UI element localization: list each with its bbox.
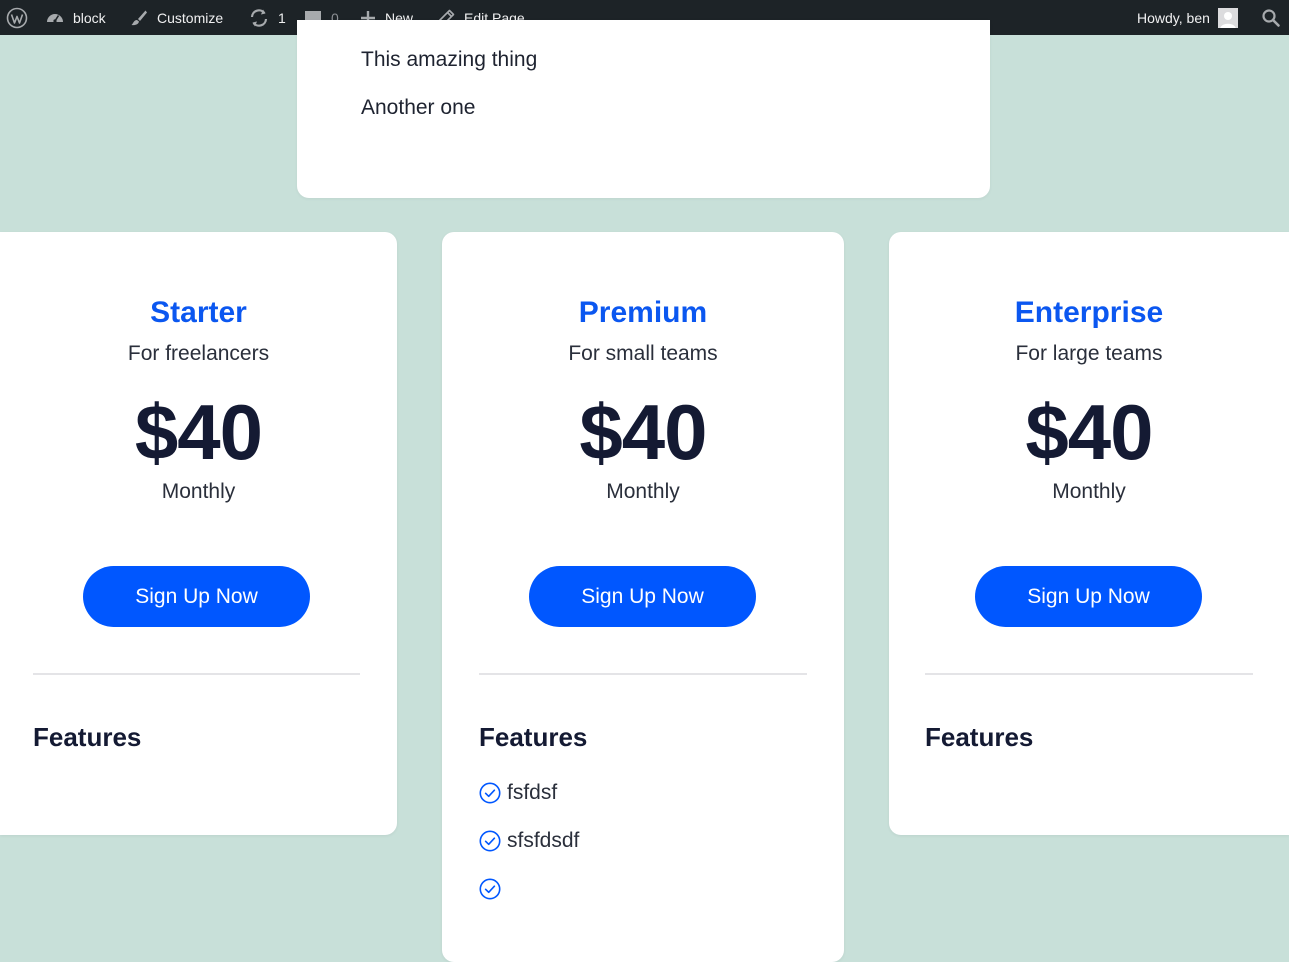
pricing-card-enterprise: Enterprise For large teams $40 Monthly S… — [889, 232, 1289, 835]
site-name-label: block — [73, 9, 106, 26]
my-account-menu[interactable]: Howdy, ben — [1137, 0, 1238, 35]
plan-subtitle: For freelancers — [127, 342, 270, 365]
plan-subtitle: For large teams — [1015, 342, 1163, 365]
check-circle-icon — [479, 878, 501, 900]
features-heading: Features — [33, 722, 142, 752]
divider — [925, 673, 1253, 675]
features-heading: Features — [479, 722, 588, 752]
feature-item — [479, 876, 507, 902]
updates-icon — [248, 7, 270, 29]
divider — [33, 673, 360, 675]
updates-count: 1 — [278, 9, 286, 26]
site-name-menu[interactable]: block — [45, 0, 106, 35]
sign-up-button[interactable]: Sign Up Now — [975, 566, 1202, 627]
content-line-1: This amazing thing — [361, 48, 538, 71]
updates-link[interactable]: 1 — [248, 0, 286, 35]
avatar-icon — [1217, 7, 1238, 28]
account-greeting: Howdy, ben — [1137, 9, 1210, 26]
feature-item: sfsfdsdf — [479, 828, 579, 854]
plan-price: $40 — [134, 388, 263, 476]
search-icon[interactable] — [1261, 0, 1281, 35]
pricing-card-premium: Premium For small teams $40 Monthly Sign… — [442, 232, 844, 962]
dashboard-icon — [45, 8, 65, 28]
plan-period: Monthly — [161, 480, 236, 503]
paintbrush-icon — [129, 8, 149, 28]
plan-subtitle: For small teams — [568, 342, 718, 365]
plan-title: Premium — [578, 296, 708, 329]
content-card: This amazing thing Another one — [297, 20, 990, 198]
features-heading: Features — [925, 722, 1034, 752]
wordpress-logo-icon[interactable] — [6, 0, 28, 35]
check-circle-icon — [479, 782, 501, 804]
plan-title: Enterprise — [1014, 296, 1164, 329]
plan-title: Starter — [150, 296, 247, 329]
feature-text: fsfdsf — [507, 781, 558, 804]
sign-up-button[interactable]: Sign Up Now — [529, 566, 756, 627]
check-circle-icon — [479, 830, 501, 852]
sign-up-button[interactable]: Sign Up Now — [83, 566, 310, 627]
feature-item: fsfdsf — [479, 780, 557, 806]
customize-label: Customize — [157, 9, 224, 26]
customize-link[interactable]: Customize — [129, 0, 223, 35]
plan-price: $40 — [579, 388, 707, 476]
plan-price: $40 — [1025, 388, 1153, 476]
pricing-card-starter: Starter For freelancers $40 Monthly Sign… — [0, 232, 397, 835]
plan-period: Monthly — [1052, 480, 1126, 503]
content-line-2: Another one — [361, 96, 476, 119]
plan-period: Monthly — [606, 480, 680, 503]
feature-text: sfsfdsdf — [507, 829, 580, 852]
divider — [479, 673, 807, 675]
